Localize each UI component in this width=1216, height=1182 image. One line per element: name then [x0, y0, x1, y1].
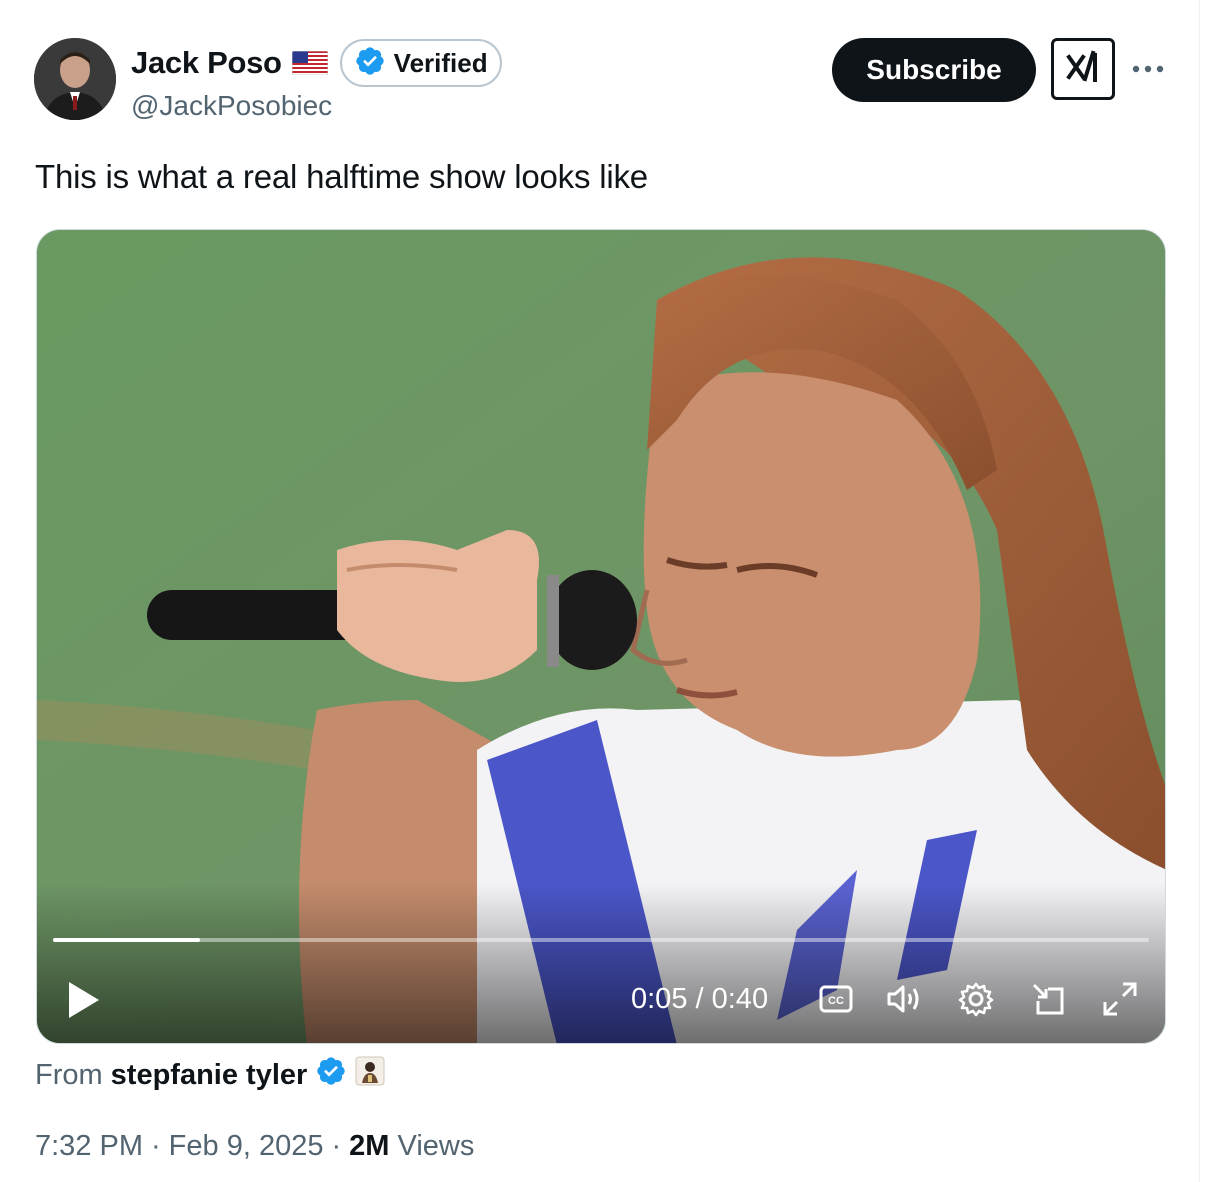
author-display-name[interactable]: Jack Poso	[131, 45, 282, 81]
views-label: Views	[397, 1130, 475, 1162]
more-button[interactable]	[1128, 52, 1168, 88]
fullscreen-button[interactable]	[1101, 982, 1139, 1020]
video-player[interactable]: 0:05 / 0:40 CC	[36, 229, 1166, 1044]
source-account-name[interactable]: stepfanie tyler	[111, 1059, 308, 1092]
tweet-card: Jack Poso Verified @JackPosobiec Subscri…	[0, 0, 1200, 1182]
verified-badge-icon	[315, 1055, 347, 1095]
author-handle[interactable]: @JackPosobiec	[131, 90, 332, 122]
tweet-date[interactable]: Feb 9, 2025	[169, 1130, 324, 1163]
video-progress-fill	[53, 938, 200, 942]
volume-button[interactable]	[885, 982, 923, 1020]
emoji-badge-icon	[355, 1056, 385, 1094]
play-button[interactable]	[63, 978, 103, 1022]
verified-label: Verified	[393, 47, 488, 78]
play-icon	[63, 982, 103, 1026]
verified-badge-icon	[354, 45, 386, 82]
video-current-time: 0:05	[631, 983, 688, 1015]
fullscreen-icon	[1101, 980, 1139, 1023]
tweet-text: This is what a real halftime show looks …	[35, 158, 648, 195]
video-progress-bar[interactable]	[53, 938, 1149, 942]
avatar[interactable]	[34, 38, 116, 120]
settings-button[interactable]	[957, 982, 995, 1020]
picture-in-picture-icon	[1030, 981, 1068, 1022]
captions-icon: CC	[819, 984, 853, 1019]
volume-icon	[885, 982, 923, 1021]
video-duration: 0:40	[711, 983, 769, 1015]
xai-grok-button[interactable]	[1051, 38, 1115, 100]
views-count: 2M	[349, 1130, 390, 1162]
meta-separator: ·	[331, 1130, 342, 1162]
video-attribution: From stepfanie tyler	[35, 1054, 385, 1096]
verified-button[interactable]: Verified	[339, 39, 502, 87]
captions-button[interactable]: CC	[817, 982, 855, 1020]
more-icon	[1131, 61, 1165, 79]
video-time-display: 0:05 / 0:40	[631, 983, 768, 1016]
from-label: From	[35, 1058, 103, 1091]
us-flag-icon	[291, 50, 329, 76]
video-time-separator: /	[687, 983, 712, 1015]
tweet-time[interactable]: 7:32 PM	[35, 1130, 143, 1163]
author-name-row: Jack Poso Verified	[131, 38, 502, 88]
tweet-meta: 7:32 PM · Feb 9, 2025 · 2M Views	[35, 1130, 474, 1163]
svg-text:CC: CC	[828, 995, 844, 1007]
xai-grok-icon	[1063, 47, 1103, 92]
subscribe-button[interactable]: Subscribe	[832, 38, 1036, 102]
pip-button[interactable]	[1030, 982, 1068, 1020]
gear-icon	[958, 981, 994, 1022]
meta-separator: ·	[151, 1130, 161, 1162]
video-controls-shade	[37, 883, 1165, 1043]
